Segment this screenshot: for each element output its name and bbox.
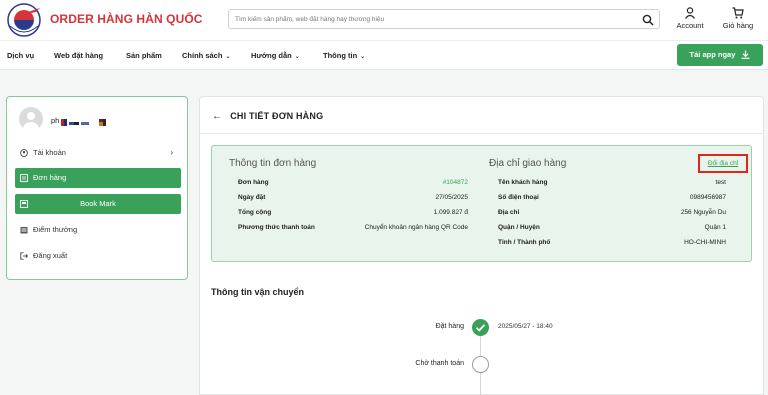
nav-item-huong-dan[interactable]: Hướng dẫn ⌄: [251, 51, 300, 60]
sidebar-item-tai-khoan[interactable]: Tài khoản ›: [15, 143, 181, 163]
account-button[interactable]: Account: [670, 7, 710, 30]
cart-label: Giỏ hàng: [722, 21, 754, 30]
search-icon[interactable]: [642, 14, 654, 26]
nav-item-chinh-sach[interactable]: Chính sách ⌄: [182, 51, 230, 60]
order-info-row: Tổng cộng 1.099.827 đ: [238, 209, 468, 216]
username-redacted: [61, 119, 106, 126]
search-bar: [228, 9, 660, 29]
order-info-row: Phương thức thanh toán Chuyển khoản ngân …: [238, 224, 468, 231]
download-app-button[interactable]: Tải app ngay: [677, 44, 763, 66]
address-row: Địa chỉ 256 Nguyễn Du: [498, 209, 726, 216]
sidebar-item-diem-thuong[interactable]: Điểm thưởng: [15, 220, 181, 240]
top-header: ORDER HÀNG HÀN QUỐC Account Giỏ hàng: [0, 0, 768, 40]
avatar[interactable]: [19, 107, 43, 131]
sidebar-item-don-hang[interactable]: Đơn hàng: [15, 168, 181, 188]
brand-name[interactable]: ORDER HÀNG HÀN QUỐC: [50, 12, 203, 26]
list-icon: [20, 174, 28, 182]
user-icon: [685, 7, 695, 19]
sidebar-item-book-mark[interactable]: Book Mark: [15, 194, 181, 214]
step-time: 2025/05/27 - 18:40: [498, 323, 553, 330]
step-done-icon: [472, 319, 489, 336]
account-label: Account: [676, 21, 704, 30]
bookmark-icon: [20, 200, 28, 208]
download-icon: [741, 50, 750, 59]
address-row: Quận / Huyện Quận 1: [498, 224, 726, 231]
order-info-row: Đơn hàng #104872: [238, 179, 468, 186]
page-title: ← CHI TIẾT ĐƠN HÀNG: [212, 111, 324, 122]
step-label: Chờ thanh toán: [415, 360, 464, 367]
gift-icon: [20, 227, 28, 234]
back-arrow-icon[interactable]: ←: [212, 111, 222, 122]
order-info-title: Thông tin đơn hàng: [229, 158, 317, 169]
brand-logo[interactable]: [6, 2, 44, 38]
main-nav: Dịch vụ Web đặt hàng Sản phẩm Chính sách…: [0, 40, 768, 70]
cart-icon: [732, 7, 744, 19]
user-circle-icon: [20, 149, 28, 157]
address-row: Tên khách hàng test: [498, 179, 726, 186]
step-pending-icon: [472, 356, 489, 373]
step-label: Đặt hàng: [435, 323, 464, 330]
nav-item-web-dat-hang[interactable]: Web đặt hàng: [54, 51, 103, 60]
change-address-link[interactable]: Đổi địa chỉ: [698, 154, 748, 173]
chevron-down-icon: ⌄: [294, 54, 300, 60]
nav-item-dich-vu[interactable]: Dịch vụ: [7, 51, 34, 60]
chevron-right-icon: ›: [170, 148, 173, 157]
username: ph: [51, 116, 60, 125]
shipping-status-title: Thông tin vận chuyển: [211, 287, 305, 297]
order-info-row: Ngày đặt 27/05/2025: [238, 194, 468, 201]
shipping-address-title: Địa chỉ giao hàng: [489, 158, 567, 169]
nav-item-san-pham[interactable]: Sản phẩm: [126, 51, 162, 60]
divider: [200, 133, 763, 134]
sidebar-item-dang-xuat[interactable]: Đăng xuất: [15, 246, 181, 266]
search-input[interactable]: [235, 13, 635, 26]
account-sidebar: ph Tài khoản › Đơn hàng Book Mark Điểm t…: [6, 96, 188, 280]
address-row: Tỉnh / Thành phố HO-CHI-MINH: [498, 239, 726, 246]
logout-icon: [20, 252, 28, 260]
nav-item-thong-tin[interactable]: Thông tin ⌄: [323, 51, 365, 60]
chevron-down-icon: ⌄: [360, 54, 366, 60]
address-row: Số điện thoại 0989456987: [498, 194, 726, 201]
order-detail-panel: ← CHI TIẾT ĐƠN HÀNG Thông tin đơn hàng Đơ…: [199, 96, 764, 395]
cart-button[interactable]: Giỏ hàng: [718, 7, 758, 30]
order-info-box: Thông tin đơn hàng Đơn hàng #104872 Ngày …: [211, 145, 752, 262]
chevron-down-icon: ⌄: [225, 54, 231, 60]
